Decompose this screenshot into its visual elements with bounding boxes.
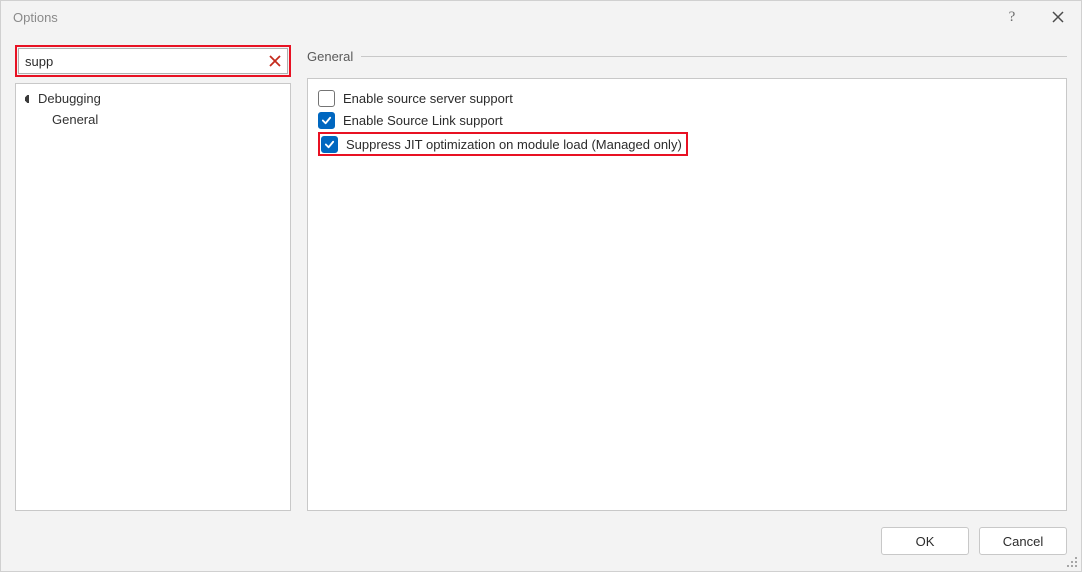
check-icon — [321, 115, 332, 126]
search-box[interactable] — [18, 48, 288, 74]
expander-icon[interactable] — [24, 94, 34, 104]
checkbox-checked[interactable] — [318, 112, 335, 129]
search-input[interactable] — [25, 54, 267, 69]
options-pane: Enable source server support Enable Sour… — [307, 78, 1067, 511]
group-header: General — [307, 49, 1067, 64]
tree-item-general[interactable]: General — [16, 109, 290, 130]
ok-button[interactable]: OK — [881, 527, 969, 555]
clear-icon — [269, 55, 281, 67]
option-label: Enable source server support — [343, 91, 513, 106]
resize-grip[interactable] — [1064, 554, 1078, 568]
check-icon — [324, 139, 335, 150]
group-title: General — [307, 49, 353, 64]
close-button[interactable] — [1035, 1, 1081, 33]
help-button[interactable]: ? — [989, 1, 1035, 33]
dialog-title: Options — [13, 10, 58, 25]
tree-item-debugging[interactable]: Debugging — [16, 88, 290, 109]
checkbox-checked[interactable] — [321, 136, 338, 153]
category-tree[interactable]: Debugging General — [15, 83, 291, 511]
search-highlight — [15, 45, 291, 77]
option-enable-source-link[interactable]: Enable Source Link support — [318, 109, 1056, 131]
checkbox-unchecked[interactable] — [318, 90, 335, 107]
options-dialog: Options ? — [0, 0, 1082, 572]
dialog-body: Debugging General General Enable source … — [1, 33, 1081, 511]
right-panel: General Enable source server support Ena… — [307, 45, 1067, 511]
tree-label: General — [52, 112, 98, 127]
tree-label: Debugging — [38, 91, 101, 106]
dialog-footer: OK Cancel — [1, 511, 1081, 571]
group-divider — [361, 56, 1067, 57]
help-icon: ? — [1009, 9, 1016, 26]
option-highlight: Suppress JIT optimization on module load… — [318, 132, 688, 156]
option-enable-source-server[interactable]: Enable source server support — [318, 87, 1056, 109]
cancel-button[interactable]: Cancel — [979, 527, 1067, 555]
option-label: Suppress JIT optimization on module load… — [346, 137, 682, 152]
titlebar: Options ? — [1, 1, 1081, 33]
left-panel: Debugging General — [15, 45, 291, 511]
option-label: Enable Source Link support — [343, 113, 503, 128]
close-icon — [1052, 11, 1064, 23]
titlebar-buttons: ? — [989, 1, 1081, 33]
search-clear-button[interactable] — [267, 53, 283, 69]
